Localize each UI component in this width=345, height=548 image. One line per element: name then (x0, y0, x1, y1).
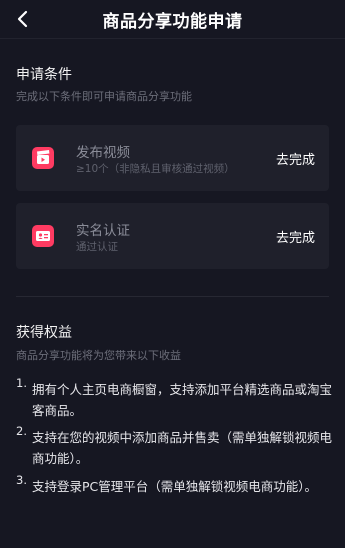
condition-desc: ≥10个（非隐私且审核通过视频） (76, 163, 235, 175)
id-card-icon (32, 225, 54, 247)
condition-name: 实名认证 (76, 223, 130, 239)
benefit-item: 2. 支持在您的视频中添加商品并售卖（需单独解锁视频电商功能）。 (16, 424, 334, 469)
video-clapper-icon (32, 147, 54, 169)
benefits-title: 获得权益 (16, 325, 72, 341)
header-divider (0, 38, 345, 39)
benefit-item: 1. 拥有个人主页电商橱窗，支持添加平台精选商品或淘宝客商品。 (16, 376, 334, 421)
condition-card-publish-video: 发布视频 ≥10个（非隐私且审核通过视频） 去完成 (16, 125, 329, 191)
benefit-number: 1. (16, 376, 27, 390)
complete-button[interactable]: 去完成 (276, 227, 315, 246)
chevron-left-icon[interactable] (10, 6, 36, 32)
benefit-text: 支持在您的视频中添加商品并售卖（需单独解锁视频电商功能）。 (32, 430, 333, 466)
condition-desc: 通过认证 (76, 241, 118, 253)
section-divider (16, 296, 329, 297)
benefit-item: 3. 支持登录PC管理平台（需单独解锁视频电商功能）。 (16, 473, 334, 497)
benefit-number: 2. (16, 424, 27, 438)
conditions-subtitle: 完成以下条件即可申请商品分享功能 (16, 90, 192, 103)
condition-card-real-name: 实名认证 通过认证 去完成 (16, 203, 329, 269)
page-title: 商品分享功能申请 (102, 11, 243, 32)
benefit-text: 支持登录PC管理平台（需单独解锁视频电商功能）。 (32, 479, 318, 494)
condition-name: 发布视频 (76, 145, 130, 161)
conditions-title: 申请条件 (16, 67, 72, 83)
benefits-subtitle: 商品分享功能将为您带来以下收益 (16, 349, 181, 362)
top-bar: 商品分享功能申请 (0, 0, 345, 38)
benefit-text: 拥有个人主页电商橱窗，支持添加平台精选商品或淘宝客商品。 (32, 382, 333, 418)
benefit-number: 3. (16, 473, 27, 487)
complete-button[interactable]: 去完成 (276, 149, 315, 168)
